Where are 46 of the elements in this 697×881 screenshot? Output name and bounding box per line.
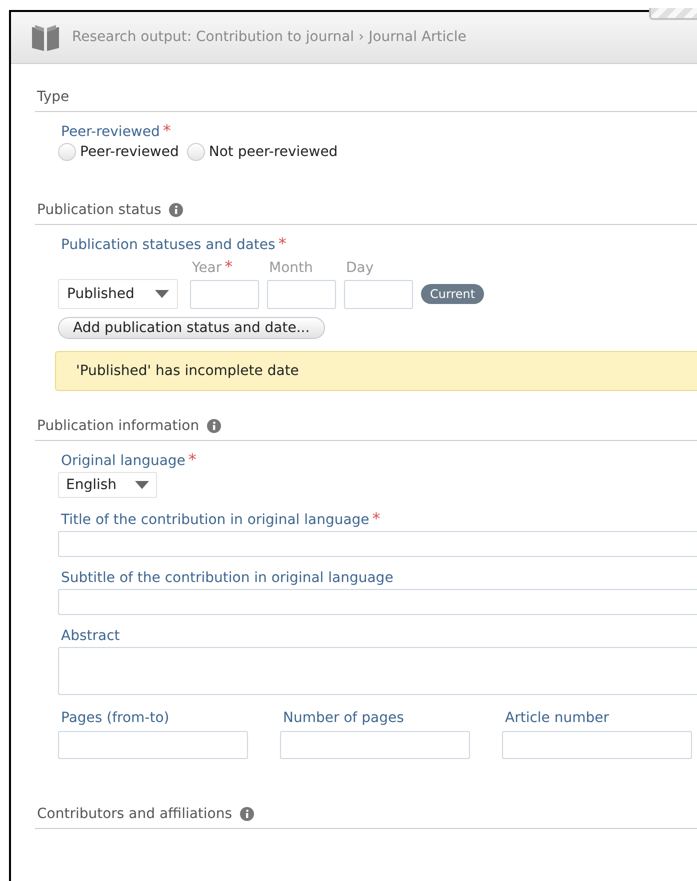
warning-message: 'Published' has incomplete date (55, 351, 697, 391)
field-label: Number of pages (282, 709, 405, 727)
section-heading: Publication information (37, 417, 200, 435)
section-heading: Contributors and affiliations (37, 805, 232, 823)
date-input[interactable] (344, 280, 413, 309)
date-label: Day (346, 259, 374, 277)
section-heading: Publication status (37, 201, 162, 219)
field-label: Abstract (61, 627, 120, 645)
info-icon[interactable] (207, 419, 222, 433)
text-input[interactable] (58, 731, 248, 759)
required-asterisk: * (372, 510, 380, 528)
required-asterisk: * (162, 122, 171, 140)
field-label: Title of the contribution in original language (61, 511, 370, 529)
text-input[interactable] (280, 731, 470, 759)
radio-label[interactable]: Peer-reviewed (80, 143, 179, 161)
status-badge: Current (421, 284, 484, 304)
field-label: Pages (from-to) (60, 709, 170, 727)
radio-button[interactable] (58, 143, 76, 161)
abstract-textarea[interactable] (58, 647, 697, 695)
field-label: Peer-reviewed (61, 123, 160, 141)
field-label: Publication statuses and dates (61, 236, 276, 254)
breadcrumb: Research output: Contribution to journal › Journal Article (72, 28, 466, 47)
language-select[interactable]: English (58, 472, 157, 498)
date-input[interactable] (190, 280, 259, 309)
date-input[interactable] (267, 280, 336, 309)
info-icon[interactable] (240, 807, 254, 821)
radio-button[interactable] (186, 143, 205, 161)
required-asterisk: * (188, 451, 196, 469)
field-label: Subtitle of the contribution in original language (61, 569, 394, 587)
field-label: Original language (61, 452, 186, 470)
date-label: Month (269, 259, 313, 277)
field-label: Article number (504, 709, 610, 727)
required-asterisk: * (224, 258, 233, 276)
required-asterisk: * (278, 235, 286, 253)
add-status-button[interactable]: Add publication status and date... (58, 317, 325, 339)
text-input[interactable] (502, 731, 692, 759)
info-icon[interactable] (169, 203, 184, 217)
date-label: Year (192, 259, 222, 277)
text-input[interactable] (58, 531, 697, 557)
caret-icon (135, 481, 149, 489)
caret-icon (155, 290, 169, 298)
status-select[interactable]: Published (58, 279, 178, 309)
radio-label[interactable]: Not peer-reviewed (208, 143, 338, 161)
text-input[interactable] (58, 589, 697, 615)
section-heading: Type (37, 88, 70, 106)
book-icon (31, 24, 60, 52)
